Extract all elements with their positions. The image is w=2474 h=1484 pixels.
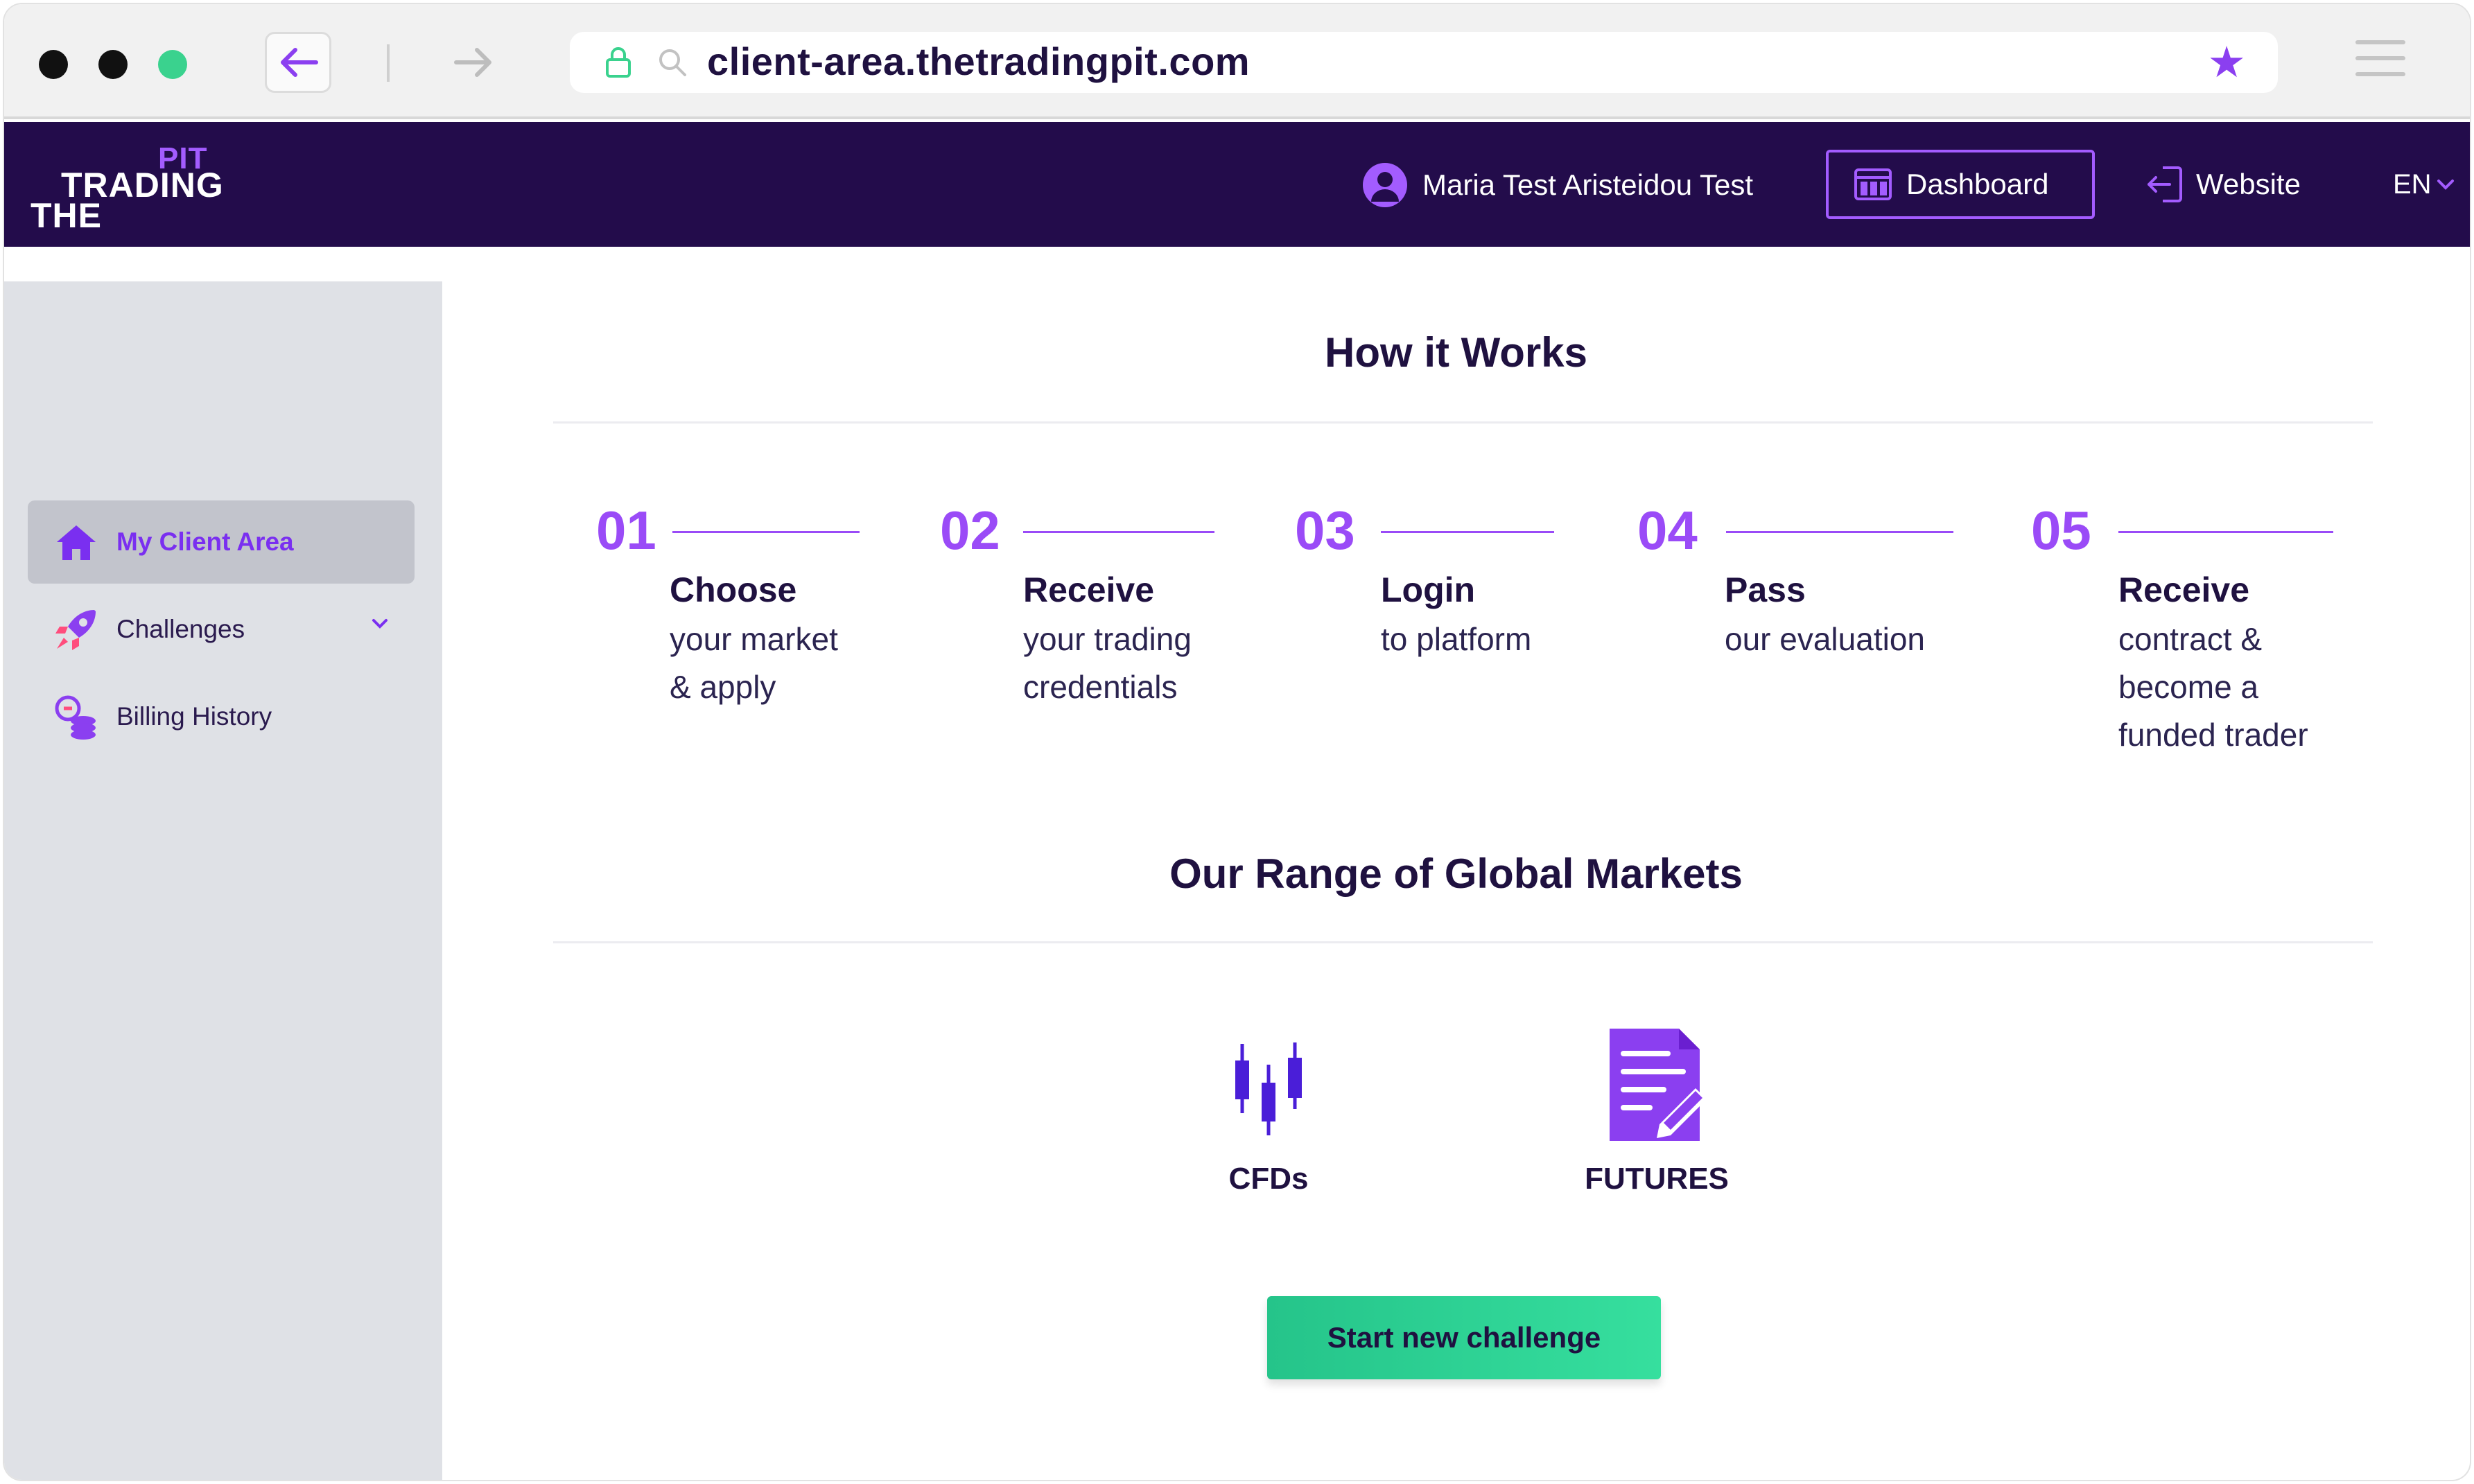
step-title: Receive: [2118, 570, 2250, 609]
step-title: Choose: [670, 570, 797, 609]
start-new-challenge-button[interactable]: Start new challenge: [1267, 1296, 1661, 1379]
browser-menu-button[interactable]: [2355, 40, 2405, 82]
step-01: 01 Choose your market & apply: [596, 500, 860, 705]
step-desc-line: become a: [2118, 669, 2259, 705]
step-title: Pass: [1725, 570, 1806, 609]
sidebar-item-my-client-area[interactable]: My Client Area: [28, 500, 415, 584]
step-line: [1023, 531, 1214, 533]
chevron-down-icon: [2437, 180, 2454, 190]
step-03: 03 Login to platform: [1295, 500, 1554, 657]
sign-out-icon: [2148, 166, 2182, 202]
step-desc-line: our evaluation: [1725, 621, 1925, 657]
market-cfds[interactable]: CFDs: [1165, 1023, 1373, 1196]
step-number: 02: [940, 500, 1000, 561]
url-text[interactable]: client-area.thetradingpit.com: [707, 39, 1250, 84]
dashboard-icon: [1854, 168, 1892, 200]
step-04: 04 Pass our evaluation: [1637, 500, 1953, 657]
website-link[interactable]: Website: [2143, 150, 2301, 219]
lock-icon: [606, 47, 631, 78]
browser-toolbar: client-area.thetradingpit.com ★: [4, 4, 2470, 119]
how-it-works-heading: How it Works: [1325, 329, 1587, 376]
step-line: [672, 531, 860, 533]
toolbar-divider: [387, 44, 390, 82]
market-futures[interactable]: FUTURES: [1553, 1023, 1761, 1196]
section-divider: [553, 941, 2373, 943]
minimize-window-button[interactable]: [98, 50, 128, 79]
language-label: EN: [2393, 168, 2432, 200]
step-title: Login: [1381, 570, 1476, 609]
document-edit-icon: [1610, 1029, 1707, 1141]
sidebar-item-label: My Client Area: [116, 527, 294, 556]
step-line: [2118, 531, 2333, 533]
step-desc-line: your trading: [1023, 621, 1192, 657]
sidebar-item-label: Billing History: [116, 702, 272, 731]
language-selector[interactable]: EN: [2393, 150, 2455, 219]
step-title: Receive: [1023, 570, 1155, 609]
cta-label: Start new challenge: [1327, 1321, 1601, 1354]
sidebar: My Client Area Challenges Billing Histor…: [4, 281, 442, 1480]
arrow-right-icon: [454, 48, 491, 77]
home-icon: [53, 518, 100, 566]
maximize-window-button[interactable]: [158, 50, 187, 79]
step-desc-line: & apply: [670, 669, 776, 705]
step-line: [1726, 531, 1953, 533]
dashboard-button[interactable]: Dashboard: [1826, 150, 2095, 219]
step-number: 01: [596, 500, 656, 561]
step-number: 05: [2031, 500, 2091, 561]
user-name: Maria Test Aristeidou Test: [1422, 168, 1754, 201]
website-label: Website: [2196, 168, 2301, 200]
sidebar-item-billing-history[interactable]: Billing History: [28, 675, 415, 758]
app-header: PIT TRADING THE Maria Test Aristeidou Te…: [4, 122, 2470, 247]
step-desc-line: your market: [670, 621, 838, 657]
hamburger-bar: [2355, 40, 2405, 44]
browser-window: client-area.thetradingpit.com ★ PIT TRAD…: [4, 4, 2470, 1480]
back-button[interactable]: [265, 32, 331, 93]
arrow-left-icon: [281, 48, 318, 77]
markets-heading: Our Range of Global Markets: [1169, 850, 1743, 897]
rocket-icon: [53, 606, 100, 653]
step-desc-line: funded trader: [2118, 717, 2308, 753]
coins-icon: [53, 693, 100, 740]
step-number: 03: [1295, 500, 1355, 561]
sidebar-item-challenges[interactable]: Challenges: [28, 588, 415, 671]
main-content: How it Works 01 Choose your market & app…: [442, 247, 2470, 1480]
close-window-button[interactable]: [39, 50, 68, 79]
address-bar[interactable]: client-area.thetradingpit.com ★: [570, 32, 2278, 93]
step-02: 02 Receive your trading credentials: [940, 500, 1214, 705]
hamburger-bar: [2355, 72, 2405, 76]
chevron-down-icon[interactable]: [370, 617, 390, 631]
section-divider: [553, 421, 2373, 424]
trading-pit-logo[interactable]: PIT TRADING THE: [26, 141, 234, 235]
step-desc-line: credentials: [1023, 669, 1178, 705]
step-desc-line: to platform: [1381, 621, 1532, 657]
hamburger-bar: [2355, 56, 2405, 60]
step-desc-line: contract &: [2118, 621, 2263, 657]
user-profile[interactable]: Maria Test Aristeidou Test: [1363, 161, 1753, 209]
search-icon: [659, 49, 686, 76]
bookmark-star-icon[interactable]: ★: [2207, 42, 2246, 85]
dashboard-label: Dashboard: [1906, 168, 2049, 200]
sidebar-item-label: Challenges: [116, 615, 245, 643]
step-line: [1381, 531, 1554, 533]
step-number: 04: [1637, 500, 1698, 561]
logo-text-the: THE: [31, 196, 102, 235]
user-avatar-icon: [1363, 163, 1407, 207]
candlestick-chart-icon: [1235, 1042, 1302, 1135]
market-label: FUTURES: [1585, 1162, 1729, 1196]
market-label: CFDs: [1228, 1162, 1309, 1196]
forward-button[interactable]: [441, 32, 507, 93]
step-05: 05 Receive contract & become a funded tr…: [2031, 500, 2333, 753]
